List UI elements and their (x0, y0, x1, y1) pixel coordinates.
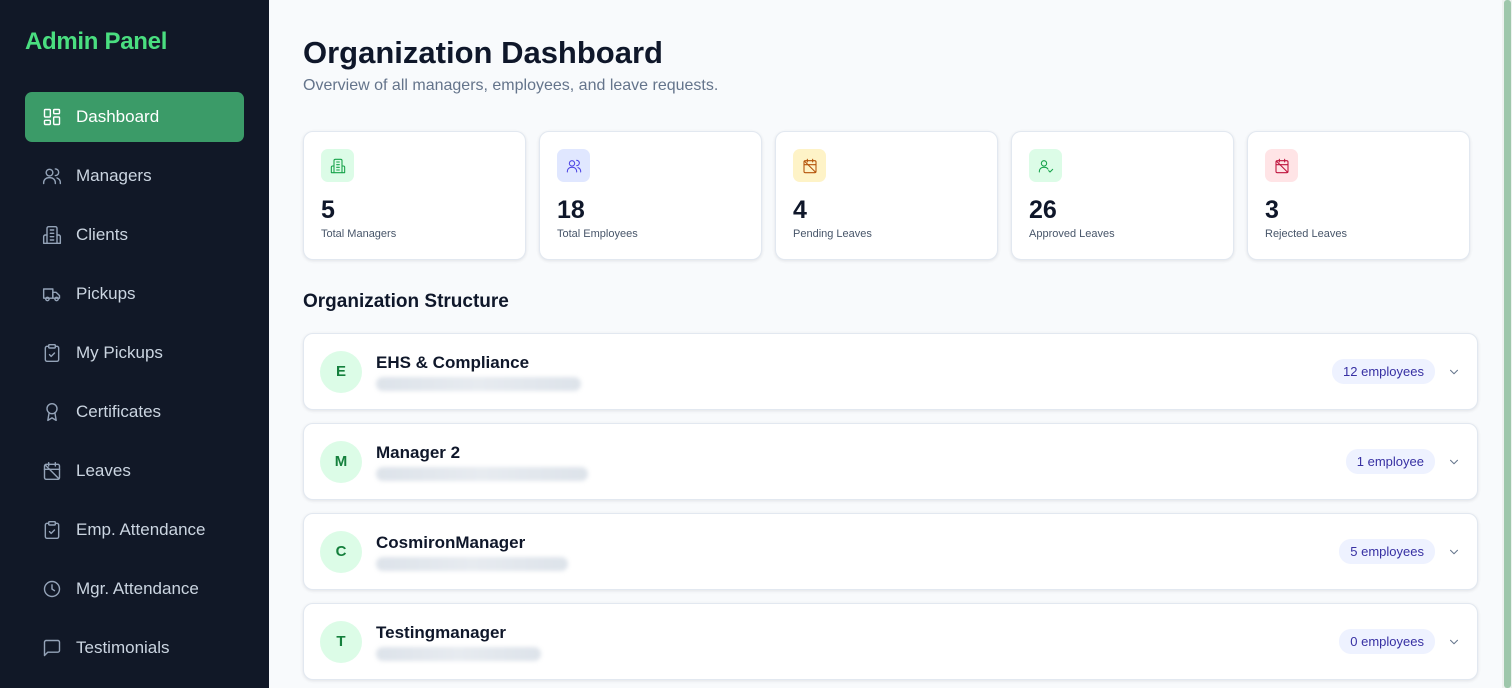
users-icon (42, 166, 62, 186)
sidebar-item-certificates[interactable]: Certificates (25, 387, 244, 437)
clipboard-check-icon (42, 343, 62, 363)
sidebar-item-label: Pickups (76, 284, 136, 303)
avatar: C (320, 530, 362, 573)
scrollbar-thumb[interactable] (1504, 0, 1511, 688)
org-email-redacted (376, 376, 581, 391)
sidebar-item-clients[interactable]: Clients (25, 210, 244, 260)
sidebar-item-label: Clients (76, 225, 128, 244)
org-name: Manager 2 (376, 442, 461, 462)
sidebar-item-label: Emp. Attendance (76, 520, 206, 539)
org-name: EHS & Compliance (376, 352, 530, 372)
stat-card-pending-leaves: 4 Pending Leaves (775, 131, 998, 260)
org-card-manager-2[interactable]: M Manager 2 1 employee (303, 423, 1478, 500)
truck-icon (42, 284, 62, 304)
employee-count-badge: 5 employees (1339, 539, 1435, 564)
employee-count-badge: 0 employees (1339, 629, 1435, 654)
calendar-off-icon (42, 461, 62, 481)
stat-value: 26 (1029, 196, 1057, 224)
stat-value: 18 (557, 196, 585, 224)
message-square-icon (42, 638, 62, 658)
sidebar-nav: Dashboard Managers Clients Pickups My Pi… (25, 92, 244, 673)
sidebar-item-label: Mgr. Attendance (76, 579, 199, 598)
stat-card-approved-leaves: 26 Approved Leaves (1011, 131, 1234, 260)
sidebar-item-my-pickups[interactable]: My Pickups (25, 328, 244, 378)
org-email-redacted (376, 466, 588, 481)
stat-label: Pending Leaves (793, 228, 872, 240)
sidebar-item-dashboard[interactable]: Dashboard (25, 92, 244, 142)
org-card-cosmironmanager[interactable]: C CosmironManager 5 employees (303, 513, 1478, 590)
stat-card-rejected-leaves: 3 Rejected Leaves (1247, 131, 1470, 260)
avatar: E (320, 350, 362, 393)
avatar: M (320, 440, 362, 483)
chevron-down-icon[interactable] (1447, 635, 1461, 649)
users-icon (557, 149, 590, 182)
org-email-redacted (376, 646, 541, 661)
org-name: CosmironManager (376, 532, 526, 552)
award-icon (42, 402, 62, 422)
chevron-down-icon[interactable] (1447, 545, 1461, 559)
stat-value: 4 (793, 196, 807, 224)
sidebar: Admin Panel Dashboard Managers Clients P… (0, 0, 269, 688)
sidebar-item-label: Certificates (76, 402, 162, 421)
app-title: Admin Panel (25, 28, 168, 55)
sidebar-item-pickups[interactable]: Pickups (25, 269, 244, 319)
page-title: Organization Dashboard (303, 35, 663, 70)
user-check-icon (1029, 149, 1062, 182)
sidebar-item-label: Dashboard (76, 107, 160, 126)
sidebar-item-label: My Pickups (76, 343, 163, 362)
sidebar-item-mgr-attendance[interactable]: Mgr. Attendance (25, 564, 244, 614)
dashboard-icon (42, 107, 62, 127)
clipboard-check-icon (42, 520, 62, 540)
calendar-off-icon (1265, 149, 1298, 182)
org-name: Testingmanager (376, 622, 507, 642)
stat-value: 5 (321, 196, 335, 224)
section-title: Organization Structure (303, 291, 509, 312)
avatar: T (320, 620, 362, 663)
stat-label: Approved Leaves (1029, 228, 1115, 240)
sidebar-item-emp-attendance[interactable]: Emp. Attendance (25, 505, 244, 555)
stat-label: Total Employees (557, 228, 638, 240)
calendar-off-icon (793, 149, 826, 182)
stat-label: Rejected Leaves (1265, 228, 1347, 240)
stat-value: 3 (1265, 196, 1279, 224)
employee-count-badge: 1 employee (1345, 449, 1435, 474)
stat-label: Total Managers (321, 228, 397, 240)
page-subtitle: Overview of all managers, employees, and… (303, 77, 719, 94)
employee-count-badge: 12 employees (1332, 359, 1435, 384)
chevron-down-icon[interactable] (1447, 455, 1461, 469)
sidebar-item-label: Leaves (76, 461, 131, 480)
main-content: Organization Dashboard Overview of all m… (269, 0, 1512, 688)
building-icon (42, 225, 62, 245)
sidebar-item-label: Testimonials (76, 638, 170, 657)
building-icon (321, 149, 354, 182)
chevron-down-icon[interactable] (1447, 365, 1461, 379)
stat-card-total-managers: 5 Total Managers (303, 131, 526, 260)
stats-row: 5 Total Managers 18 Total Employees 4 Pe… (303, 131, 1478, 260)
org-card-testingmanager[interactable]: T Testingmanager 0 employees (303, 603, 1478, 680)
clock-icon (42, 579, 62, 599)
stat-card-total-employees: 18 Total Employees (539, 131, 762, 260)
sidebar-item-label: Managers (76, 166, 152, 185)
scrollbar[interactable] (1502, 0, 1512, 688)
sidebar-item-testimonials[interactable]: Testimonials (25, 623, 244, 673)
sidebar-item-managers[interactable]: Managers (25, 151, 244, 201)
org-email-redacted (376, 556, 568, 571)
org-card-ehs-compliance[interactable]: E EHS & Compliance 12 employees (303, 333, 1478, 410)
sidebar-item-leaves[interactable]: Leaves (25, 446, 244, 496)
organization-list: E EHS & Compliance 12 employees M Manage… (303, 333, 1478, 680)
